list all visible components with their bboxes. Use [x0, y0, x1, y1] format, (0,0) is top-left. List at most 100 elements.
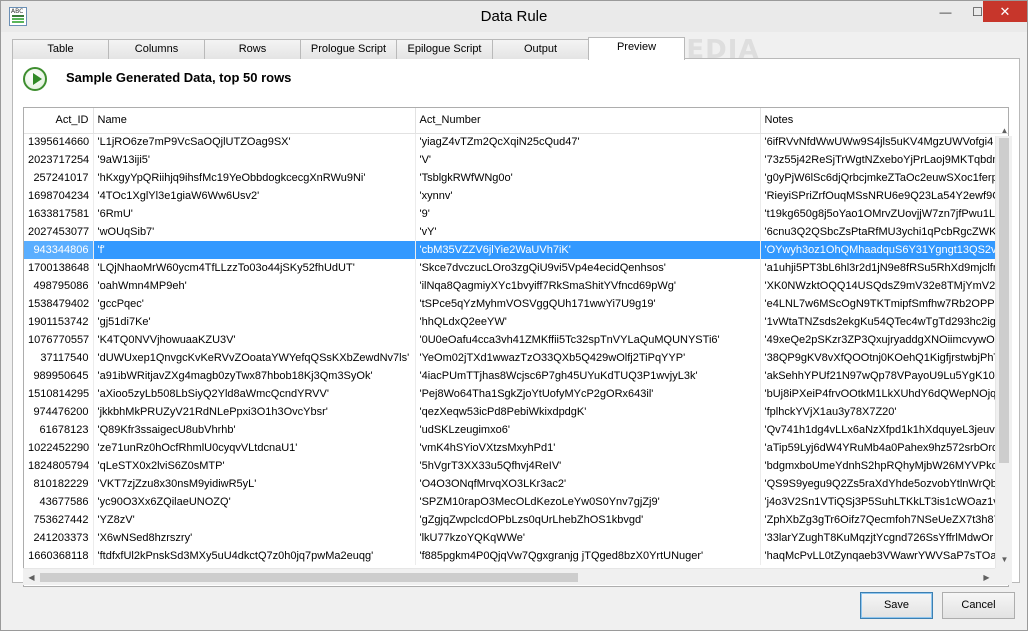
cell-act-id[interactable]: 943344806 [24, 241, 94, 259]
cell-act-number[interactable]: 'udSKLzeugimxo6' [415, 421, 761, 439]
cell-notes[interactable]: 'fplhckYVjX1au3y78X7Z20' [760, 403, 1008, 421]
cell-act-id[interactable]: 2023717254 [24, 151, 94, 169]
cell-notes[interactable]: 'g0yPjW6lSc6djQrbcjmkeZTaOc2euwSXoc1ferp… [760, 169, 1008, 187]
horizontal-scroll-thumb[interactable] [40, 573, 578, 582]
table-row[interactable]: 257241017'hKxgyYpQRiihjq9ihsfMc19YeObbdo… [24, 169, 1008, 187]
tab-columns[interactable]: Columns [108, 39, 205, 59]
cell-act-id[interactable]: 498795086 [24, 277, 94, 295]
cell-name[interactable]: 'jkkbhMkPRUZyV21RdNLePpxi3O1h3OvcYbsr' [93, 403, 416, 421]
cancel-button[interactable]: Cancel [942, 592, 1015, 619]
cell-notes[interactable]: '6ifRVvNfdWwUWw9S4jls5uKV4MgzUWVofgi4 [760, 133, 1008, 151]
cell-name[interactable]: 'LQjNhaoMrW60ycm4TfLLzzTo03o44jSKy52fhUd… [93, 259, 416, 277]
cell-name[interactable]: 'aXioo5zyLb508LbSiyQ2Yld8aWmcQcndYRVV' [93, 385, 416, 403]
cell-notes[interactable]: '33larYZughT8KuMqzjtYcgnd726SsYffrlMdwOr [760, 529, 1008, 547]
minimize-button[interactable]: — [929, 1, 962, 22]
cell-name[interactable]: 'wOUqSib7' [93, 223, 416, 241]
table-row[interactable]: 810182229 'VKT7zjZzu8x30nsM9yidiwR5yL' 'O4… [24, 475, 1008, 493]
cell-name[interactable]: 'oahWmn4MP9eh' [93, 277, 416, 295]
cell-act-id[interactable]: 1660368118 [24, 547, 94, 565]
cell-act-number[interactable]: '0U0eOafu4cca3vh41ZMKffii5Tc32spTnVYLaQu… [415, 331, 761, 349]
cell-notes[interactable]: 't19kg650g8j5oYao1OMrvZUovjjW7zn7jfPwu1L… [760, 205, 1008, 223]
cell-act-id[interactable]: 810182229 [24, 475, 94, 493]
cell-act-id[interactable]: 1510814295 [24, 385, 94, 403]
cell-notes[interactable]: 'aTip59Lyj6dW4YRuMb4a0Pahex9hz572srbOrdZ [760, 439, 1008, 457]
cell-name[interactable]: '6RmU' [93, 205, 416, 223]
table-row[interactable]: 1538479402'gccPqec''tSPce5qYzMyhmVOSVggQ… [24, 295, 1008, 313]
cell-act-number[interactable]: 'vY' [415, 223, 761, 241]
cell-act-number[interactable]: 'V' [415, 151, 761, 169]
cell-act-id[interactable]: 1076770557 [24, 331, 94, 349]
cell-name[interactable]: 'ze71unRz0hOcfRhmlU0cyqvVLtdcnaU1' [93, 439, 416, 457]
cell-name[interactable]: 'L1jRO6ze7mP9VcSaOQjlUTZOag9SX' [93, 133, 416, 151]
cell-name[interactable]: 'Q89Kfr3ssaigecU8ubVhrhb' [93, 421, 416, 439]
cell-notes[interactable]: 'a1uhji5PT3bL6hl3r2d1jN9e8fRSu5RhXd9mjcl… [760, 259, 1008, 277]
cell-act-number[interactable]: '4iacPUmTTjhas8Wcjsc6P7gh45UYuKdTUQ3P1wv… [415, 367, 761, 385]
table-row[interactable]: 989950645'a91ibWRitjavZXg4magb0zyTwx87hb… [24, 367, 1008, 385]
table-row[interactable]: 2023717254'9aW13iji5' 'V' '73z55j42ReSjTrW… [24, 151, 1008, 169]
table-row[interactable]: 37117540'dUWUxep1QnvgcKvKeRVvZOoataYWYef… [24, 349, 1008, 367]
cell-name[interactable]: 'f' [93, 241, 416, 259]
cell-act-id[interactable]: 257241017 [24, 169, 94, 187]
cell-notes[interactable]: '73z55j42ReSjTrWgtNZxeboYjPrLaoj9MKTqbdm… [760, 151, 1008, 169]
cell-act-number[interactable]: 'hhQLdxQ2eeYW' [415, 313, 761, 331]
cell-notes[interactable]: '49xeQe2pSKzr3ZP3QxujryaddgXNOiimcvywOx [760, 331, 1008, 349]
cell-act-id[interactable]: 2027453077 [24, 223, 94, 241]
cell-act-number[interactable]: 'TsblgkRWfWNg0o' [415, 169, 761, 187]
cell-notes[interactable]: 'QS9S9yegu9Q2Zs5raXdYhde5ozvobYtlnWrQb [760, 475, 1008, 493]
table-row[interactable]: 2027453077'wOUqSib7''vY' '6cnu3Q2QSbcZsPt… [24, 223, 1008, 241]
cell-act-id[interactable]: 37117540 [24, 349, 94, 367]
table-row[interactable]: 1824805794'qLeSTX0x2lviS6Z0sMTP' '5hVgrT3… [24, 457, 1008, 475]
table-row[interactable]: 1633817581'6RmU' '9''t19kg650g8j5oYao1OMr… [24, 205, 1008, 223]
cell-notes[interactable]: 'RieyiSPriZrfOuqMSsNRU6e9Q23La54Y2ewf9O [760, 187, 1008, 205]
scroll-up-arrow-icon[interactable]: ▲ [996, 122, 1013, 139]
cell-act-number[interactable]: 'O4O3ONqfMrvqXO3LKr3ac2' [415, 475, 761, 493]
title-bar[interactable]: ABC Data Rule — ☐ ✕ [1, 1, 1027, 32]
cell-act-number[interactable]: 'vmK4hSYioVXtzsMxyhPd1' [415, 439, 761, 457]
cell-act-id[interactable]: 974476200 [24, 403, 94, 421]
cell-notes[interactable]: 'e4LNL7w6MScOgN9TKTmipfSmfhw7Rb2OPPa9 [760, 295, 1008, 313]
cell-name[interactable]: '9aW13iji5' [93, 151, 416, 169]
column-header-name[interactable]: Name [93, 108, 416, 134]
cell-act-id[interactable]: 43677586 [24, 493, 94, 511]
close-button[interactable]: ✕ [983, 1, 1027, 22]
cell-act-id[interactable]: 753627442 [24, 511, 94, 529]
cell-name[interactable]: 'YZ8zV' [93, 511, 416, 529]
cell-act-number[interactable]: 'YeOm02jTXd1wwazTzO33QXb5Q429wOlfj2TiPqY… [415, 349, 761, 367]
cell-name[interactable]: 'a91ibWRitjavZXg4magb0zyTwx87hbob18Kj3Qm… [93, 367, 416, 385]
cell-name[interactable]: 'X6wNSed8hzrszry' [93, 529, 416, 547]
table-row[interactable]: 1660368118'ftdfxfUl2kPnskSd3MXy5uU4dkctQ… [24, 547, 1008, 565]
table-row[interactable]: 1076770557 'K4TQ0NVVjhowuaaKZU3V' '0U0eOaf… [24, 331, 1008, 349]
cell-notes[interactable]: 'haqMcPvLL0tZynqaeb3VWawrYWVSaP7sTOa [760, 547, 1008, 565]
cell-act-number[interactable]: 'SPZM10rapO3MecOLdKezoLeYw0S0Ynv7gjZj9' [415, 493, 761, 511]
cell-notes[interactable]: '6cnu3Q2QSbcZsPtaRfMU3ychi1qPcbRgcZWKc [760, 223, 1008, 241]
tab-rows[interactable]: Rows [204, 39, 301, 59]
vertical-scroll-thumb[interactable] [999, 138, 1009, 463]
table-row[interactable]: 43677586'yc90O3Xx6ZQilaeUNOZQ' 'SPZM10rap… [24, 493, 1008, 511]
cell-notes[interactable]: 'OYwyh3oz1OhQMhaadquS6Y31Ygngt13QS2v [760, 241, 1008, 259]
table-row[interactable]: 974476200'jkkbhMkPRUZyV21RdNLePpxi3O1h3O… [24, 403, 1008, 421]
cell-name[interactable]: 'gj51di7Ke' [93, 313, 416, 331]
cell-act-number[interactable]: 'gZgjqZwpclcdOPbLzs0qUrLhebZhOS1kbvgd' [415, 511, 761, 529]
cell-name[interactable]: 'qLeSTX0x2lviS6Z0sMTP' [93, 457, 416, 475]
table-row[interactable]: 1700138648 'LQjNhaoMrW60ycm4TfLLzzTo03o44… [24, 259, 1008, 277]
cell-act-id[interactable]: 1698704234 [24, 187, 94, 205]
table-row[interactable]: 1510814295'aXioo5zyLb508LbSiyQ2Yld8aWmcQ… [24, 385, 1008, 403]
cell-name[interactable]: 'ftdfxfUl2kPnskSd3MXy5uU4dkctQ7z0h0jq7pw… [93, 547, 416, 565]
table-row[interactable]: 498795086'oahWmn4MP9eh''ilNqa8QagmiyXYc1… [24, 277, 1008, 295]
table-row[interactable]: 1901153742'gj51di7Ke''hhQLdxQ2eeYW' '1vWt… [24, 313, 1008, 331]
tab-output[interactable]: Output [492, 39, 589, 59]
cell-act-id[interactable]: 1633817581 [24, 205, 94, 223]
cell-notes[interactable]: '38QP9gKV8vXfQOOtnj0KOehQ1KigfjrstwbjPhT [760, 349, 1008, 367]
tab-preview[interactable]: Preview [588, 37, 685, 60]
table-row[interactable]: 1395614660 'L1jRO6ze7mP9VcSaOQjlUTZOag9SX… [24, 133, 1008, 151]
cell-notes[interactable]: 'j4o3V2Sn1VTiQSj3P5SuhLTKkLT3is1cWOaz1vP [760, 493, 1008, 511]
cell-act-id[interactable]: 1538479402 [24, 295, 94, 313]
table-row[interactable]: 61678123 'Q89Kfr3ssaigecU8ubVhrhb''udSKLz… [24, 421, 1008, 439]
cell-name[interactable]: 'yc90O3Xx6ZQilaeUNOZQ' [93, 493, 416, 511]
cell-act-id[interactable]: 1824805794 [24, 457, 94, 475]
cell-act-number[interactable]: 'Pej8Wo64Tha1SgkZjoYtUofyMYcP2gORx643il' [415, 385, 761, 403]
cell-act-id[interactable]: 1901153742 [24, 313, 94, 331]
cell-name[interactable]: '4TOc1XglYl3e1giaW6Ww6Usv2' [93, 187, 416, 205]
cell-act-number[interactable]: 'cbM35VZZV6jlYie2WaUVh7iK' [415, 241, 761, 259]
scroll-down-arrow-icon[interactable]: ▼ [996, 551, 1013, 568]
